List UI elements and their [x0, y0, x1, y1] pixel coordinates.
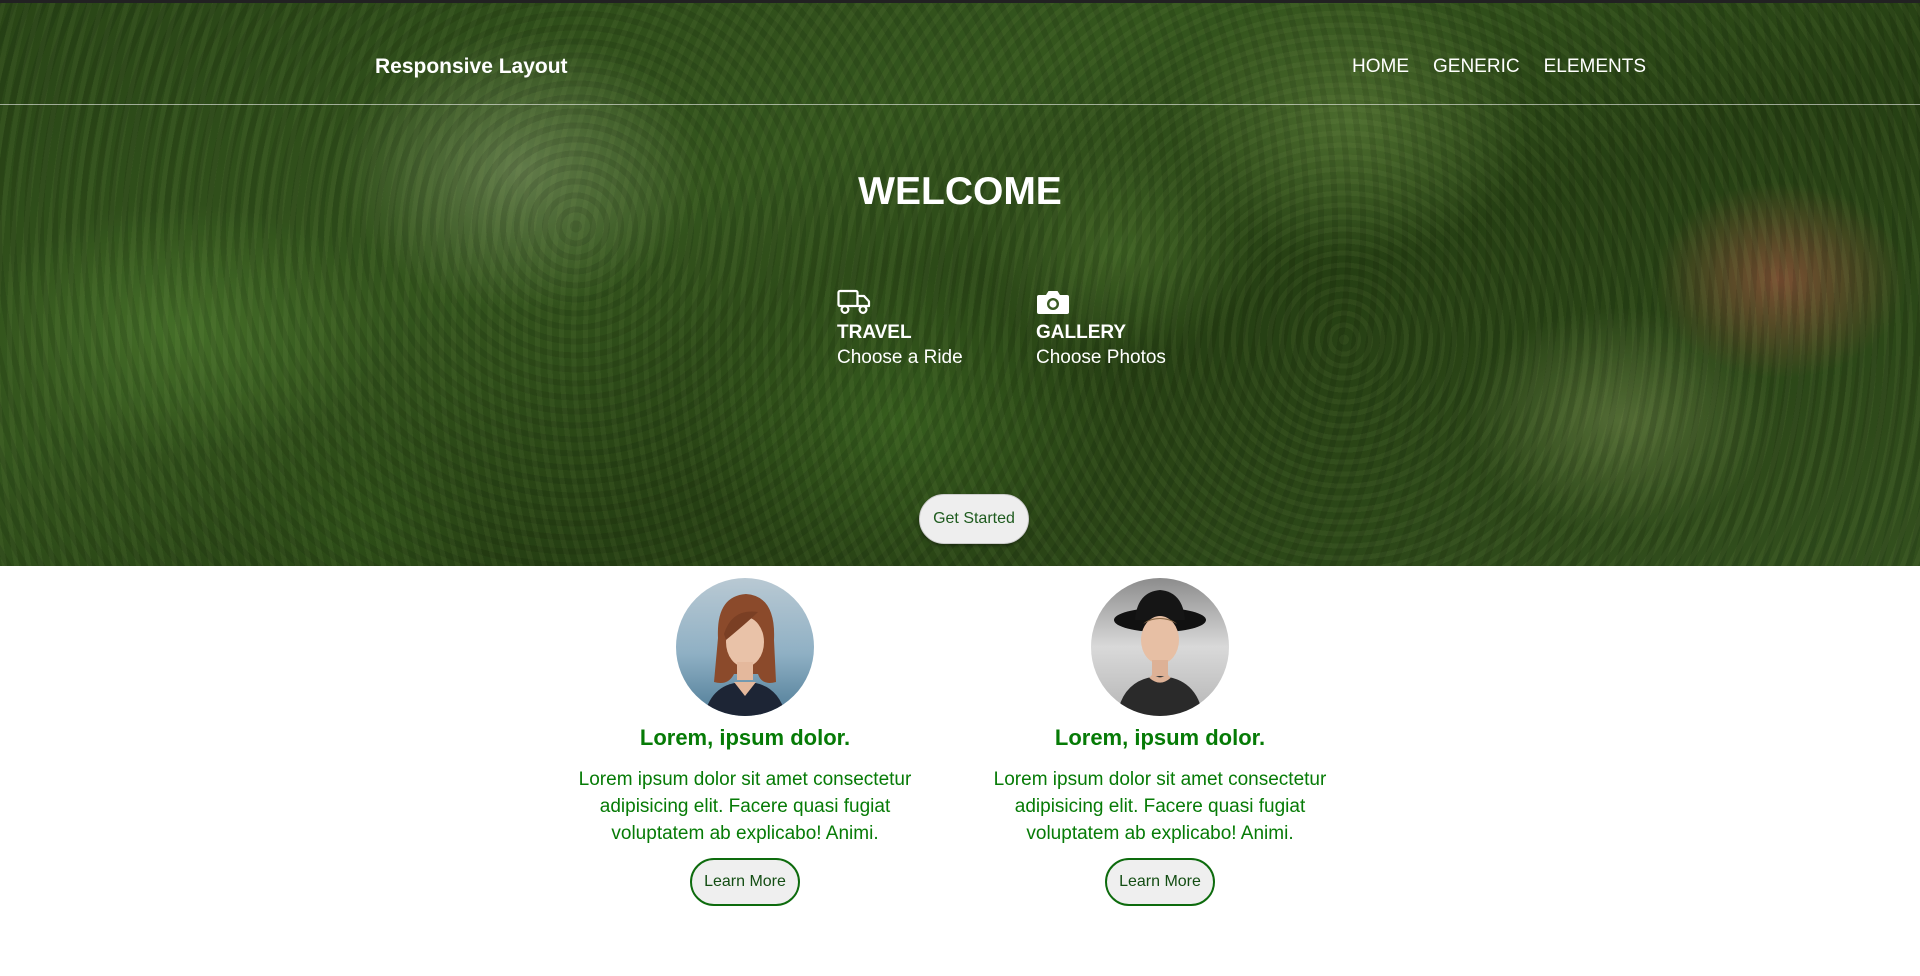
top-navigation: Responsive Layout HOME GENERIC ELEMENTS — [0, 0, 1920, 104]
window-top-border — [0, 0, 1920, 3]
nav-link-elements[interactable]: ELEMENTS — [1544, 56, 1646, 78]
avatar-man-image — [1091, 578, 1229, 716]
brand-logo[interactable]: Responsive Layout — [375, 55, 568, 79]
avatar-woman-image — [676, 578, 814, 716]
nav-link-generic[interactable]: GENERIC — [1433, 56, 1520, 78]
card-text: Lorem ipsum dolor sit amet consectetur a… — [578, 769, 912, 844]
feature-travel-title: TRAVEL — [837, 322, 912, 343]
hero-title: WELCOME — [858, 170, 1062, 213]
feature-travel[interactable]: TRAVEL Choose a Ride — [837, 288, 963, 369]
profile-card: Lorem, ipsum dolor. Lorem ipsum dolor si… — [555, 578, 935, 906]
nav-links: HOME GENERIC ELEMENTS — [1352, 56, 1646, 78]
avatar-woman — [676, 578, 814, 716]
feature-gallery-subtitle: Choose Photos — [1036, 347, 1166, 368]
camera-icon — [1037, 291, 1069, 314]
learn-more-button[interactable]: Learn More — [690, 858, 800, 906]
truck-icon — [837, 289, 871, 315]
get-started-button[interactable]: Get Started — [919, 494, 1029, 544]
nav-divider — [0, 104, 1920, 105]
card-title: Lorem, ipsum dolor. — [1054, 725, 1266, 750]
feature-gallery[interactable]: GALLERY Choose Photos — [1036, 288, 1166, 369]
avatar-man — [1091, 578, 1229, 716]
feature-travel-subtitle: Choose a Ride — [837, 347, 963, 368]
card-title: Lorem, ipsum dolor. — [639, 725, 851, 750]
hero-section: Responsive Layout HOME GENERIC ELEMENTS … — [0, 0, 1920, 566]
profile-card: Lorem, ipsum dolor. Lorem ipsum dolor si… — [970, 578, 1350, 906]
feature-gallery-title: GALLERY — [1036, 322, 1127, 343]
nav-link-home[interactable]: HOME — [1352, 56, 1409, 78]
card-text: Lorem ipsum dolor sit amet consectetur a… — [993, 769, 1327, 844]
learn-more-button[interactable]: Learn More — [1105, 858, 1215, 906]
